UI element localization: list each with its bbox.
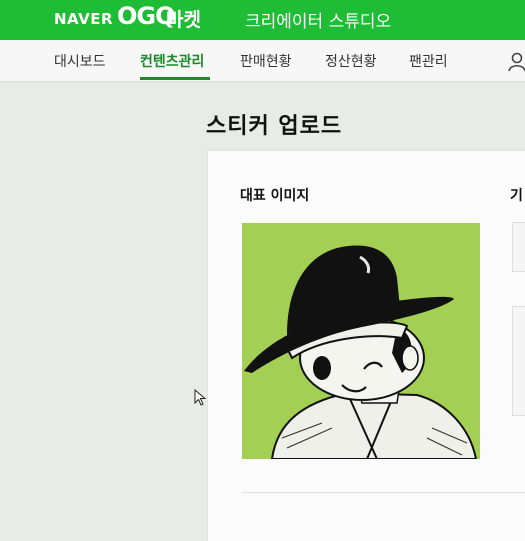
mouse-cursor-icon	[194, 389, 207, 406]
top-header: NAVER OGQ 마켓 크리에이터 스튜디오	[0, 0, 525, 40]
nav-fan-management[interactable]: 팬관리	[409, 51, 448, 71]
market-logo-text[interactable]: 마켓	[166, 5, 201, 32]
nav-active-indicator	[140, 77, 210, 80]
main-nav: 대시보드 컨텐츠관리 판매현황 정산현황 팬관리	[0, 40, 525, 82]
right-input-field-1[interactable]	[512, 222, 525, 272]
nav-settlement-status[interactable]: 정산현황	[325, 51, 377, 71]
naver-logo[interactable]: NAVER	[54, 10, 113, 28]
right-input-field-2[interactable]	[512, 306, 525, 416]
section-divider	[242, 492, 525, 493]
page-title: 스티커 업로드	[206, 114, 343, 139]
user-icon[interactable]	[508, 52, 525, 72]
nav-sales-status[interactable]: 판매현황	[240, 51, 292, 71]
nav-dashboard[interactable]: 대시보드	[54, 51, 106, 71]
main-image-preview[interactable]	[242, 223, 480, 459]
main-image-label: 대표 이미지	[240, 188, 310, 204]
studio-title: 크리에이터 스튜디오	[245, 12, 392, 32]
nav-content-management[interactable]: 컨텐츠관리	[140, 51, 204, 71]
second-section-label: 기	[510, 188, 523, 204]
sticker-character-image	[244, 245, 478, 459]
